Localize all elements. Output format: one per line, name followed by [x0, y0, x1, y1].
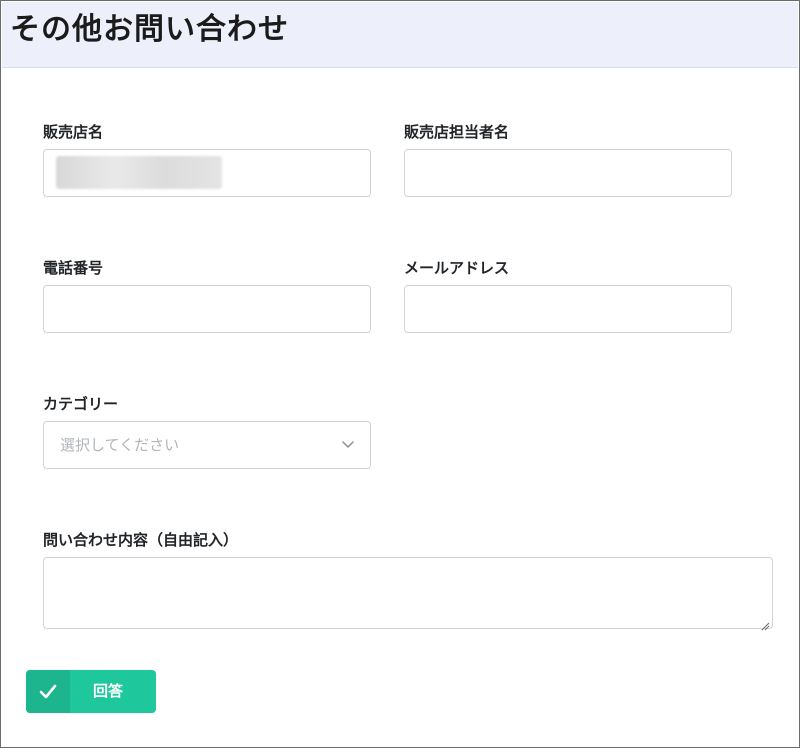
page-header: その他お問い合わせ — [2, 2, 798, 68]
category-label: カテゴリー — [43, 395, 119, 413]
store-contact-label: 販売店担当者名 — [404, 123, 510, 141]
redacted-value — [56, 156, 222, 189]
inquiry-label: 問い合わせ内容（自由記入） — [43, 531, 239, 549]
resize-handle-icon[interactable] — [760, 616, 770, 631]
category-select[interactable]: 選択してください — [43, 421, 371, 469]
inquiry-textarea[interactable] — [43, 557, 773, 631]
form-window: その他お問い合わせ 販売店名 販売店担当者名 電話番号 メールアドレス カテゴリ… — [0, 0, 800, 748]
email-label: メールアドレス — [404, 259, 510, 277]
check-icon — [26, 670, 70, 713]
submit-button-label: 回答 — [93, 682, 124, 700]
store-name-input[interactable] — [43, 149, 371, 197]
email-input[interactable] — [404, 285, 732, 333]
phone-label: 電話番号 — [43, 259, 104, 277]
submit-button[interactable]: 回答 — [26, 670, 156, 713]
store-name-label: 販売店名 — [43, 123, 104, 141]
chevron-down-icon — [340, 436, 356, 452]
phone-input[interactable] — [43, 285, 371, 333]
store-contact-input[interactable] — [404, 149, 732, 197]
page-title: その他お問い合わせ — [10, 12, 289, 47]
category-placeholder: 選択してください — [60, 436, 180, 454]
